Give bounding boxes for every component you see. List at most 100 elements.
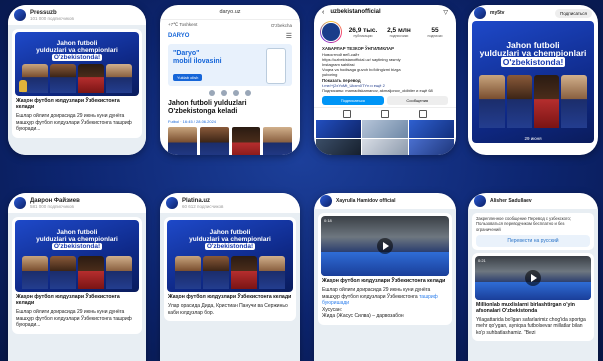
promo-title: Jahon futboli yulduzlari va chempionlari… xyxy=(479,39,587,68)
message-title: Millionlab muxlislarni birlashtirgan o'y… xyxy=(476,301,575,314)
tagged-icon[interactable] xyxy=(419,110,427,119)
avatar xyxy=(14,197,26,209)
card-platina[interactable]: Platina.uz 60 612 подписчиков Jahon futb… xyxy=(160,193,300,361)
facebook-icon[interactable] xyxy=(233,90,239,96)
message-bubble[interactable]: Jahon futboli yulduzlari va chempionlari… xyxy=(164,217,296,321)
card-my5tv[interactable]: my5tv Подписаться Jahon futboli yulduzla… xyxy=(468,5,598,155)
post-thumb[interactable] xyxy=(316,139,362,155)
translate-panel: Закрепленное сообщение Перевод с узбекск… xyxy=(472,213,594,250)
channel-header[interactable]: Platina.uz 60 612 подписчиков xyxy=(160,193,300,213)
avatar[interactable] xyxy=(320,195,332,207)
promo-title: Jahon futboli yulduzlari va chempionlari… xyxy=(189,229,271,250)
posts-grid xyxy=(314,120,456,155)
account-name: my5tv xyxy=(490,10,505,16)
download-app-button[interactable]: Yuklab olish xyxy=(173,74,203,81)
message-bubble[interactable]: Jahon futboli yulduzlari va chempionlari… xyxy=(12,217,142,334)
subscriber-count: 581 000 подписчиков xyxy=(30,203,74,209)
card-instagram[interactable]: ‹ uzbekistanofficial ▽ 26,9 тыс. публика… xyxy=(314,5,456,155)
translate-button[interactable]: Перевести на русский xyxy=(476,234,590,247)
message-bubble[interactable]: 0:18 Жаҳон футбол юлдузлари Ўзбекистонга… xyxy=(318,213,452,325)
video-duration: 0:21 xyxy=(478,257,486,263)
message-title: Жаҳон футбол юлдузлари Ўзбекистонга кела… xyxy=(322,278,446,284)
followers-stat[interactable]: 2,5 млн подписчики xyxy=(384,27,414,38)
avatar[interactable] xyxy=(474,195,486,207)
url-bar[interactable]: daryo.uz xyxy=(160,5,300,20)
account-name: Xayrulla Hamidov official xyxy=(336,198,396,204)
phone-mockup xyxy=(266,48,286,84)
avatar[interactable] xyxy=(474,7,486,19)
message-text: Ешлар ойлиги доирасида 29 июнь куни дунё… xyxy=(16,113,132,132)
app-ad-banner[interactable]: "Daryo" mobil ilovasini Yuklab olish xyxy=(168,44,292,86)
post-thumb[interactable] xyxy=(408,120,454,139)
share-buttons xyxy=(160,88,300,98)
message-text: Улар орасида Дида, Кристиан Панучи ва Се… xyxy=(168,303,288,316)
event-date: 29 июня xyxy=(524,136,542,141)
article-headline[interactable]: Jahon futboli yulduzlari O'zbekistonga k… xyxy=(160,98,300,119)
video-player[interactable]: 0:18 xyxy=(321,216,449,276)
back-icon[interactable]: ‹ xyxy=(322,9,324,16)
video-player[interactable]: 0:21 xyxy=(475,255,591,300)
message-title: Жаҳон футбол юлдузлари Ўзбекистонга кела… xyxy=(168,294,292,300)
message-title: Жаҳон футбол юлдузлари Ўзбекистонга кела… xyxy=(16,294,120,306)
post-thumb[interactable] xyxy=(362,120,408,139)
promo-image[interactable]: Jahon futboli yulduzlari va chempionlari… xyxy=(167,220,293,292)
article-photo xyxy=(168,126,292,155)
message-bubble[interactable]: 0:21 Millionlab muxlislarni birlashtirga… xyxy=(472,252,594,342)
share-icon[interactable] xyxy=(209,90,215,96)
article-meta: Futbol · 16:45 / 28.06.2024 xyxy=(168,118,217,124)
message-button[interactable]: Сообщения xyxy=(386,96,448,106)
card-fayziev[interactable]: Даврон Файзиев 581 000 подписчиков Jahon… xyxy=(8,193,146,361)
subscriber-count: 60 612 подписчиков xyxy=(182,203,224,209)
message-bubble[interactable]: Jahon futboli yulduzlari va chempionlari… xyxy=(12,29,142,138)
promo-image[interactable]: Jahon futboli yulduzlari va chempionlari… xyxy=(15,220,139,292)
profile-tabs xyxy=(314,107,456,120)
players-photo xyxy=(22,256,132,290)
promo-title: Jahon futboli yulduzlari va chempionlari… xyxy=(36,229,118,250)
promo-image[interactable]: Jahon futboli yulduzlari va chempionlari… xyxy=(15,32,139,96)
avatar[interactable] xyxy=(320,21,342,43)
grid-icon[interactable] xyxy=(343,110,351,119)
card-sadullaev[interactable]: Alisher Sadullaev Закрепленное сообщение… xyxy=(468,193,598,361)
weather-label: +7℃ Toshkent xyxy=(168,22,198,27)
post-thumb[interactable] xyxy=(316,120,362,139)
promo-title: Jahon futboli yulduzlari va chempionlari… xyxy=(36,39,118,61)
menu-icon[interactable]: ☰ xyxy=(286,32,292,40)
card-xayrulla[interactable]: Xayrulla Hamidov official 0:18 Жаҳон фут… xyxy=(314,193,456,361)
following-stat[interactable]: 55 подписки xyxy=(420,27,450,38)
players-photo xyxy=(174,256,286,290)
language-select[interactable]: O'zbekcha xyxy=(271,23,292,28)
players-photo xyxy=(479,74,587,129)
message-text: Ешлар ойлиги доирасида 29 июнь куни дунё… xyxy=(322,287,438,319)
play-icon[interactable] xyxy=(377,238,393,254)
profile-handle: uzbekistanofficial xyxy=(330,9,381,15)
copy-link-icon[interactable] xyxy=(245,90,251,96)
pinned-note: Закрепленное сообщение Перевод с узбекск… xyxy=(476,216,571,232)
telegram-icon[interactable] xyxy=(221,90,227,96)
account-name: Alisher Sadullaev xyxy=(490,198,532,204)
avatar xyxy=(166,197,178,209)
posts-stat: 26,9 тыс. публикации xyxy=(348,26,378,38)
profile-bio: ХАБАРЛАР ТЕЗКОР ЎНГИЛИКЛАР Новостной веб… xyxy=(322,46,433,94)
post-thumb[interactable] xyxy=(362,139,408,155)
daryo-logo[interactable]: DARYO xyxy=(168,33,189,39)
subscribe-button[interactable]: Подписаться xyxy=(322,96,384,106)
subscribe-button[interactable]: Подписаться xyxy=(555,8,592,18)
video-duration: 0:18 xyxy=(324,218,332,223)
channel-header[interactable]: Даврон Файзиев 581 000 подписчиков xyxy=(8,193,146,213)
reels-icon[interactable] xyxy=(381,110,389,119)
subscriber-count: 101 000 подписчиков xyxy=(30,15,74,21)
players-photo xyxy=(22,64,132,94)
avatar xyxy=(14,9,26,21)
channel-name: Даврон Файзиев xyxy=(30,197,80,204)
message-text: Ешлар ойлиги доирасида 29 июнь куни дунё… xyxy=(16,309,132,328)
card-daryo[interactable]: daryo.uz +7℃ Toshkent O'zbekcha DARYO ☰ … xyxy=(160,5,300,155)
message-title: Жаҳон футбол юлдузлари Ўзбекистонга кела… xyxy=(16,98,120,110)
channel-header[interactable]: Pressuzb 101 000 подписчиков xyxy=(8,5,146,25)
trophy-icon xyxy=(19,80,27,93)
message-text: Yilagattarida bo'lgan safarlarimiz chog'… xyxy=(476,316,586,336)
promo-image[interactable]: Jahon futboli yulduzlari va chempionlari… xyxy=(472,21,594,143)
play-icon[interactable] xyxy=(525,269,541,286)
card-pressuzb[interactable]: Pressuzb 101 000 подписчиков Jahon futbo… xyxy=(8,5,146,155)
post-thumb[interactable] xyxy=(408,139,454,155)
menu-icon[interactable]: ▽ xyxy=(443,9,448,16)
